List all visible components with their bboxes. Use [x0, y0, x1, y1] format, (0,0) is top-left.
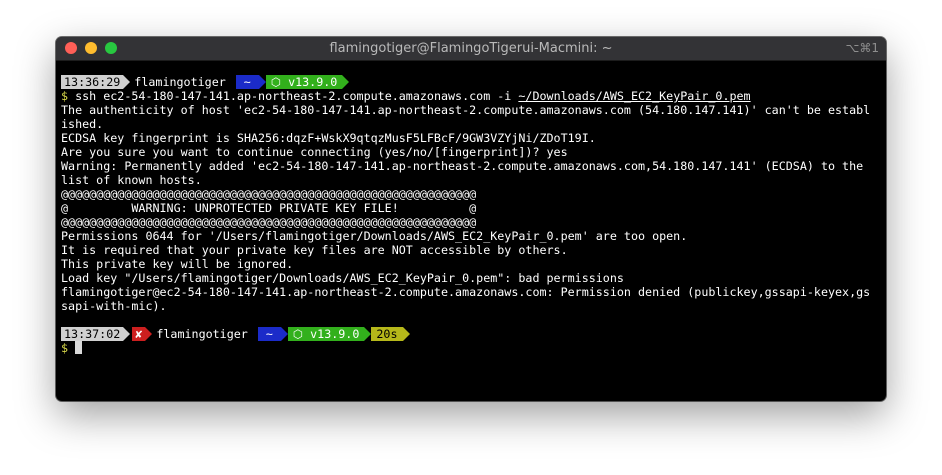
exit-status-fail-icon: ✘ — [132, 327, 153, 341]
prompt-user: flamingotiger — [134, 75, 226, 89]
command-text: ssh ec2-54-180-147-141.ap-northeast-2.co… — [68, 89, 519, 103]
output-line: ished. — [61, 117, 104, 131]
prompt-node-version: ⬡ v13.9.0 — [265, 75, 349, 89]
output-line: Warning: Permanently added 'ec2-54-180-1… — [61, 159, 864, 173]
warning-border-line: @@@@@@@@@@@@@@@@@@@@@@@@@@@@@@@@@@@@@@@@… — [61, 215, 477, 229]
output-line: list of known hosts. — [61, 173, 202, 187]
warning-border-line: @@@@@@@@@@@@@@@@@@@@@@@@@@@@@@@@@@@@@@@@… — [61, 187, 477, 201]
warning-message-line: @ WARNING: UNPROTECTED PRIVATE KEY FILE!… — [61, 201, 477, 215]
output-line: Are you sure you want to continue connec… — [61, 145, 568, 159]
window-title: flamingotiger@FlamingoTigerui-Macmini: ~ — [329, 41, 613, 56]
output-line: It is required that your private key fil… — [61, 243, 568, 257]
prompt-directory: ~ — [257, 327, 288, 341]
prompt-line-2: 13:37:02 ✘ flamingotiger ~ ⬡ v13.9.0 20s — [61, 327, 882, 341]
input-line[interactable]: $ — [61, 341, 882, 355]
terminal-content[interactable]: 13:36:29 flamingotiger ~ ⬡ v13.9.0 $ ssh ec… — [61, 61, 882, 397]
text-cursor — [75, 341, 83, 354]
key-path-link[interactable]: ~/Downloads/AWS_EC2_KeyPair_0.pem — [518, 89, 750, 103]
output-line: The authenticity of host 'ec2-54-180-147… — [61, 103, 871, 117]
title-bar[interactable]: flamingotiger@FlamingoTigerui-Macmini: ~… — [56, 37, 886, 61]
prompt-time: 13:36:29 — [61, 75, 131, 89]
prompt-line-1: 13:36:29 flamingotiger ~ ⬡ v13.9.0 — [61, 75, 882, 89]
prompt-user: flamingotiger — [156, 327, 248, 341]
output-line: sapi-with-mic). — [61, 299, 167, 313]
prompt-directory: ~ — [235, 75, 266, 89]
prompt-node-version: ⬡ v13.9.0 — [287, 327, 371, 341]
prompt-command-duration: 20s — [371, 327, 410, 341]
prompt-symbol: $ — [61, 341, 69, 355]
window-shortcut-hint: ⌥⌘1 — [845, 41, 879, 55]
output-line: ECDSA key fingerprint is SHA256:dqzF+Wsk… — [61, 131, 596, 145]
output-line: This private key will be ignored. — [61, 257, 294, 271]
terminal-window: flamingotiger@FlamingoTigerui-Macmini: ~… — [56, 37, 886, 401]
output-line: flamingotiger@ec2-54-180-147-141.ap-nort… — [61, 285, 871, 299]
output-line: Permissions 0644 for '/Users/flamingotig… — [61, 229, 688, 243]
prompt-time: 13:37:02 — [61, 327, 131, 341]
prompt-symbol: $ — [61, 89, 69, 103]
command-line: $ ssh ec2-54-180-147-141.ap-northeast-2.… — [61, 89, 882, 103]
output-line: Load key "/Users/flamingotiger/Downloads… — [61, 271, 624, 285]
